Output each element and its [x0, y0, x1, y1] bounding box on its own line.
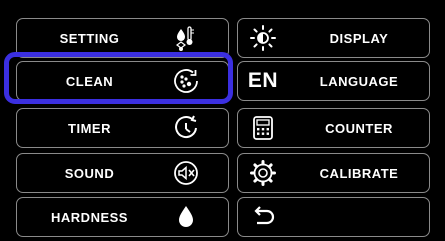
clean-button[interactable]: CLEAN — [16, 61, 229, 101]
clean-dots-icon — [169, 64, 203, 98]
setting-label: SETTING — [59, 30, 120, 46]
hardness-button[interactable]: HARDNESS — [16, 197, 229, 237]
clean-label: CLEAN — [65, 73, 114, 89]
language-code: EN — [247, 69, 279, 92]
display-label: DISPLAY — [329, 30, 389, 46]
language-button[interactable]: EN LANGUAGE — [237, 61, 430, 101]
water-drop-icon — [169, 200, 203, 234]
calibrate-button[interactable]: CALIBRATE — [237, 153, 430, 193]
display-button[interactable]: DISPLAY — [237, 18, 430, 58]
gear-icon — [246, 156, 280, 190]
hardness-label: HARDNESS — [51, 209, 128, 225]
timer-button[interactable]: TIMER — [16, 108, 229, 148]
calibrate-label: CALIBRATE — [319, 165, 399, 181]
language-label: LANGUAGE — [319, 73, 399, 89]
timer-label: TIMER — [68, 120, 111, 136]
bulb-thermometer-icon — [169, 21, 203, 55]
back-button[interactable] — [237, 197, 430, 237]
sound-label: SOUND — [64, 165, 115, 181]
sound-mute-icon — [169, 156, 203, 190]
sound-button[interactable]: SOUND — [16, 153, 229, 193]
brightness-icon — [246, 21, 280, 55]
settings-screen: SETTING CLEAN TIMER SOUND HARDNESS DISPL… — [0, 0, 445, 241]
timer-icon — [169, 111, 203, 145]
setting-button[interactable]: SETTING — [16, 18, 229, 58]
counter-button[interactable]: COUNTER — [237, 108, 430, 148]
counter-icon — [246, 111, 280, 145]
back-label — [289, 198, 429, 236]
language-icon: EN — [246, 64, 280, 98]
counter-label: COUNTER — [325, 120, 393, 136]
back-arrow-icon — [246, 200, 280, 234]
